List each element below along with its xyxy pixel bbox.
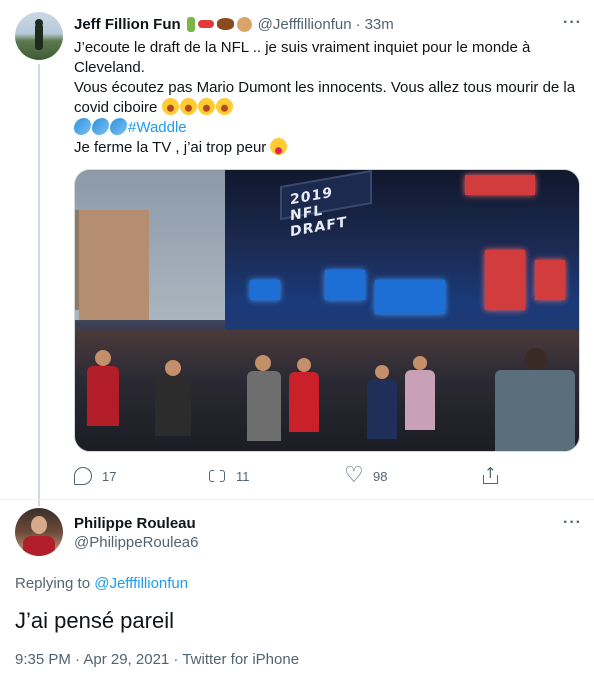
photo-crowd-person (95, 350, 111, 366)
photo-crowd-person (289, 372, 319, 432)
tweet-text-line: #Waddle (74, 118, 582, 138)
reply-more-options-icon[interactable]: ··· (563, 515, 582, 531)
tweet-text-line: Vous écoutez pas Mario Dumont les innoce… (74, 78, 582, 118)
dolphin-icon (92, 118, 109, 135)
reply-author-display-name[interactable]: Philippe Rouleau (74, 514, 196, 534)
photo-crowd-person (525, 348, 547, 370)
tweet-text-span: Vous écoutez pas Mario Dumont les innoce… (74, 79, 576, 116)
photo-crowd-person (297, 358, 311, 372)
share-button[interactable] (481, 464, 509, 485)
photo-crowd-person (255, 355, 271, 371)
photo-crowd-person (247, 371, 281, 441)
photo-stage-screen (535, 260, 565, 300)
tweet-text-span: Je ferme la TV , j’ai trop peur (74, 139, 267, 156)
photo-stage-screen (465, 175, 535, 195)
author-handle[interactable]: @Jefffillionfun (258, 16, 352, 33)
thread-line (38, 64, 40, 506)
photo-stage-screen (375, 280, 445, 314)
reply-icon (74, 467, 92, 485)
reply-timestamp[interactable]: 9:35 PM · Apr 29, 2021 · Twitter for iPh… (15, 650, 299, 670)
photo-crowd-person (375, 365, 389, 379)
author-display-name[interactable]: Jeff Fillion Fun (74, 16, 181, 33)
reply-count: 17 (102, 468, 117, 484)
tweet-header: Jeff Fillion Fun @Jefffillionfun · 33m (74, 14, 394, 34)
tweet-media-image[interactable]: 2019 NFL DRAFT (74, 169, 580, 452)
photo-crowd-person (367, 379, 397, 439)
heart-icon (344, 463, 364, 488)
photo-crowd-person (495, 370, 575, 451)
retweet-icon (208, 467, 226, 485)
like-count: 98 (373, 468, 388, 484)
tweet-time[interactable]: 33m (365, 16, 394, 33)
photo-building (79, 210, 149, 320)
face-with-tears-of-joy-icon (197, 98, 215, 115)
pill-icon (197, 20, 214, 28)
photo-crowd-person (165, 360, 181, 376)
photo-crowd-person (405, 370, 435, 430)
avatar-figure-body (35, 24, 43, 50)
hashtag-link[interactable]: #Waddle (128, 119, 187, 136)
reply-author-handle[interactable]: @PhilippeRoulea6 (74, 533, 198, 553)
tweet-text-line: Je ferme la TV , j’ai trop peur (74, 138, 582, 158)
replying-to-mention[interactable]: @Jefffillionfun (94, 575, 188, 592)
tweet-text-line: J’ecoute le draft de la NFL .. je suis v… (74, 39, 531, 76)
football-icon (216, 18, 234, 30)
tweet-text: J’ecoute le draft de la NFL .. je suis v… (74, 38, 582, 158)
photo-stage-screen (250, 280, 280, 300)
tweet-actions: 17 11 98 (74, 463, 498, 488)
avatar-face (31, 516, 47, 534)
avatar-shirt (23, 536, 55, 556)
reply-tweet-text: J’ai pensé pareil (15, 608, 174, 633)
share-icon (481, 464, 499, 485)
reply-button[interactable]: 17 (74, 467, 116, 485)
photo-crowd-person (413, 356, 427, 370)
photo-stage-screen (325, 270, 365, 300)
reply-author-avatar[interactable] (15, 508, 63, 556)
retweet-count: 11 (236, 468, 250, 484)
more-options-icon[interactable]: ··· (563, 15, 582, 31)
face-with-tears-of-joy-icon (215, 98, 233, 115)
photo-crowd-person (155, 376, 191, 436)
retweet-button[interactable]: 11 (208, 467, 250, 485)
squinting-face-with-tongue-icon (270, 138, 288, 155)
like-button[interactable]: 98 (344, 463, 388, 488)
photo-stage-screen (485, 250, 525, 310)
separator-dot: · (355, 15, 361, 33)
dog-face-icon (236, 16, 252, 32)
name-emoji-strip (186, 16, 252, 32)
dolphin-icon (74, 118, 91, 135)
dolphin-icon (110, 118, 127, 135)
tweet-divider (0, 499, 594, 500)
face-with-tears-of-joy-icon (179, 98, 197, 115)
author-avatar[interactable] (15, 12, 63, 60)
face-with-tears-of-joy-icon (161, 98, 179, 115)
golfer-icon (186, 16, 195, 32)
replying-to-label: Replying to (15, 575, 91, 592)
photo-crowd-person (87, 366, 119, 426)
replying-to: Replying to @Jefffillionfun (15, 574, 188, 594)
